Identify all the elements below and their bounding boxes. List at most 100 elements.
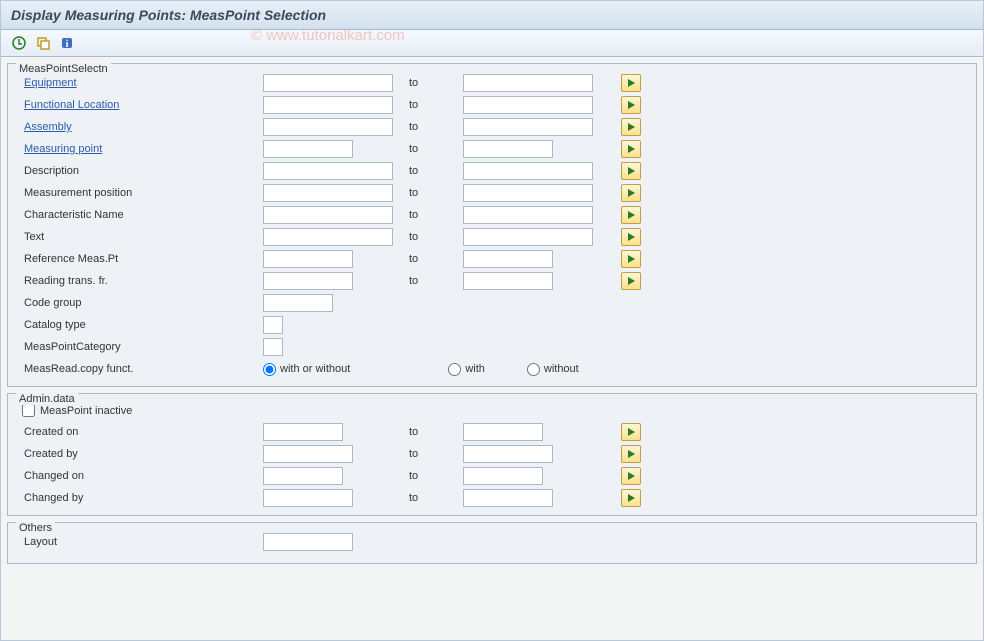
row-measpoint-inactive: MeasPoint inactive	[18, 402, 966, 421]
group-others: Others Layout	[7, 522, 977, 564]
measpointcat-input[interactable]	[263, 338, 283, 356]
createdon-from-input[interactable]	[263, 423, 343, 441]
layout-input[interactable]	[263, 533, 353, 551]
measpoint-inactive-label: MeasPoint inactive	[40, 405, 132, 417]
radio-with[interactable]: with	[448, 363, 485, 376]
to-label: to	[403, 99, 463, 111]
measpos-multi-button[interactable]	[621, 184, 641, 202]
charname-label: Characteristic Name	[18, 209, 263, 221]
row-description: Description to	[18, 160, 966, 182]
arrow-right-icon	[628, 79, 635, 87]
description-multi-button[interactable]	[621, 162, 641, 180]
info-button[interactable]: i	[57, 34, 77, 52]
equipment-multi-button[interactable]	[621, 74, 641, 92]
createdby-from-input[interactable]	[263, 445, 353, 463]
group-measpoint-selectn: MeasPointSelectn Equipment to Functional…	[7, 63, 977, 387]
to-label: to	[403, 492, 463, 504]
get-variant-button[interactable]	[33, 34, 53, 52]
radio-label: with or without	[280, 363, 350, 375]
row-assembly: Assembly to	[18, 116, 966, 138]
measreadcopy-label: MeasRead.copy funct.	[18, 363, 263, 375]
to-label: to	[403, 275, 463, 287]
to-label: to	[403, 209, 463, 221]
changedby-label: Changed by	[18, 492, 263, 504]
radio-without[interactable]: without	[527, 363, 579, 376]
measpoint-inactive-checkbox[interactable]	[22, 404, 35, 417]
row-funcloc: Functional Location to	[18, 94, 966, 116]
funcloc-multi-button[interactable]	[621, 96, 641, 114]
funcloc-to-input[interactable]	[463, 96, 593, 114]
arrow-right-icon	[628, 189, 635, 197]
assembly-to-input[interactable]	[463, 118, 593, 136]
title-bar: Display Measuring Points: MeasPoint Sele…	[1, 1, 983, 30]
changedby-to-input[interactable]	[463, 489, 553, 507]
to-label: to	[403, 253, 463, 265]
layout-label: Layout	[18, 536, 263, 548]
group-legend: MeasPointSelectn	[16, 63, 111, 75]
text-to-input[interactable]	[463, 228, 593, 246]
refmeas-from-input[interactable]	[263, 250, 353, 268]
row-refmeas: Reference Meas.Pt to	[18, 248, 966, 270]
changedon-to-input[interactable]	[463, 467, 543, 485]
createdon-to-input[interactable]	[463, 423, 543, 441]
assembly-multi-button[interactable]	[621, 118, 641, 136]
refmeas-to-input[interactable]	[463, 250, 553, 268]
readingtrans-label: Reading trans. fr.	[18, 275, 263, 287]
to-label: to	[403, 187, 463, 199]
arrow-right-icon	[628, 428, 635, 436]
charname-from-input[interactable]	[263, 206, 393, 224]
content-area: MeasPointSelectn Equipment to Functional…	[1, 57, 983, 576]
charname-multi-button[interactable]	[621, 206, 641, 224]
createdby-label: Created by	[18, 448, 263, 460]
arrow-right-icon	[628, 123, 635, 131]
codegroup-input[interactable]	[263, 294, 333, 312]
charname-to-input[interactable]	[463, 206, 593, 224]
to-label: to	[403, 426, 463, 438]
arrow-right-icon	[628, 277, 635, 285]
funcloc-from-input[interactable]	[263, 96, 393, 114]
changedon-from-input[interactable]	[263, 467, 343, 485]
funcloc-label: Functional Location	[18, 99, 263, 111]
catalogtype-input[interactable]	[263, 316, 283, 334]
arrow-right-icon	[628, 211, 635, 219]
createdon-label: Created on	[18, 426, 263, 438]
catalogtype-label: Catalog type	[18, 319, 263, 331]
createdby-multi-button[interactable]	[621, 445, 641, 463]
arrow-right-icon	[628, 145, 635, 153]
group-admin-data: Admin.data MeasPoint inactive Created on…	[7, 393, 977, 516]
execute-button[interactable]	[9, 34, 29, 52]
radio-with-or-without[interactable]: with or without	[263, 363, 350, 376]
text-from-input[interactable]	[263, 228, 393, 246]
measpos-from-input[interactable]	[263, 184, 393, 202]
createdby-to-input[interactable]	[463, 445, 553, 463]
assembly-label: Assembly	[18, 121, 263, 133]
description-from-input[interactable]	[263, 162, 393, 180]
measpoint-from-input[interactable]	[263, 140, 353, 158]
changedon-label: Changed on	[18, 470, 263, 482]
to-label: to	[403, 143, 463, 155]
refmeas-multi-button[interactable]	[621, 250, 641, 268]
createdon-multi-button[interactable]	[621, 423, 641, 441]
equipment-to-input[interactable]	[463, 74, 593, 92]
measpoint-multi-button[interactable]	[621, 140, 641, 158]
changedby-from-input[interactable]	[263, 489, 353, 507]
readingtrans-from-input[interactable]	[263, 272, 353, 290]
measpos-to-input[interactable]	[463, 184, 593, 202]
arrow-right-icon	[628, 101, 635, 109]
changedon-multi-button[interactable]	[621, 467, 641, 485]
radio-label: with	[465, 363, 485, 375]
radio-label: without	[544, 363, 579, 375]
changedby-multi-button[interactable]	[621, 489, 641, 507]
row-changedby: Changed by to	[18, 487, 966, 509]
equipment-from-input[interactable]	[263, 74, 393, 92]
measpoint-to-input[interactable]	[463, 140, 553, 158]
description-to-input[interactable]	[463, 162, 593, 180]
row-measpointcat: MeasPointCategory	[18, 336, 966, 358]
row-measpoint: Measuring point to	[18, 138, 966, 160]
readingtrans-to-input[interactable]	[463, 272, 553, 290]
text-multi-button[interactable]	[621, 228, 641, 246]
codegroup-label: Code group	[18, 297, 263, 309]
readingtrans-multi-button[interactable]	[621, 272, 641, 290]
assembly-from-input[interactable]	[263, 118, 393, 136]
row-codegroup: Code group	[18, 292, 966, 314]
